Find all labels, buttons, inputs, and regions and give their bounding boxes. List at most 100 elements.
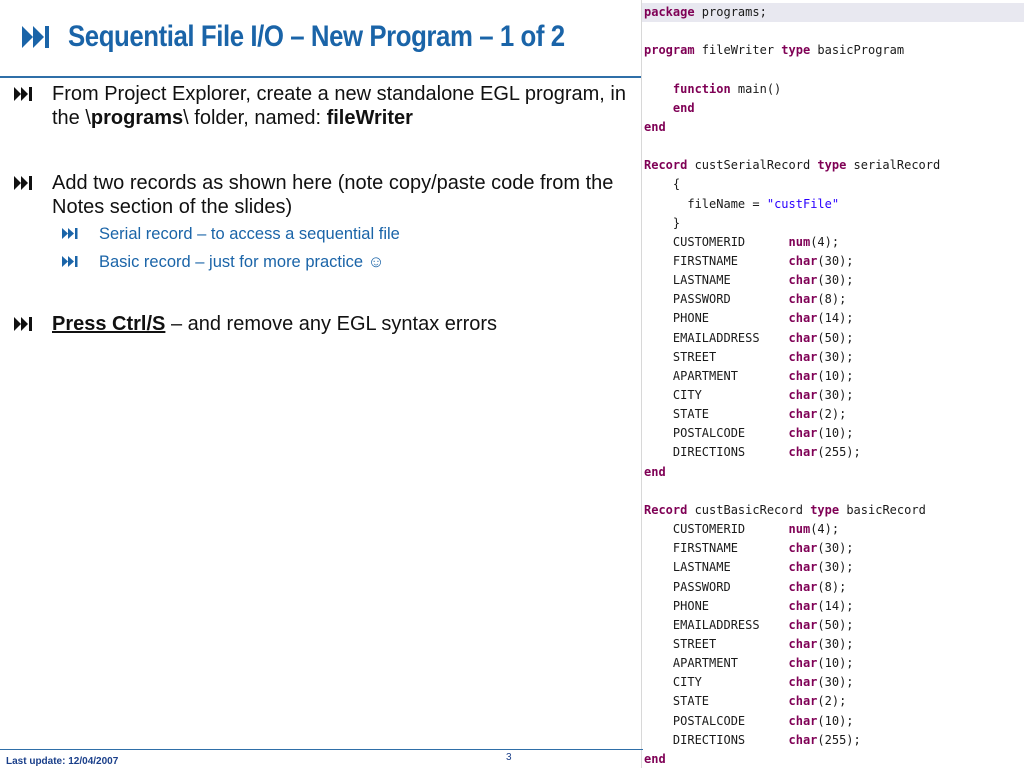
- code-keyword: char: [788, 579, 818, 594]
- code-line: CITY char(30);: [642, 673, 1024, 692]
- footer-last-update: Last update: 12/04/2007: [6, 756, 119, 767]
- code-line: Record custBasicRecord type basicRecord: [642, 501, 1024, 520]
- bullet-text-mid: \ folder, named:: [183, 107, 327, 129]
- code-text: programs;: [694, 5, 767, 19]
- code-text: basicProgram: [810, 43, 905, 58]
- bullet-press-ctrl-s: Press Ctrl/S – and remove any EGL syntax…: [14, 312, 634, 336]
- code-line: STREET char(30);: [642, 348, 1024, 367]
- code-line: }: [642, 214, 1024, 233]
- code-text: (30);: [817, 273, 854, 288]
- code-line: program fileWriter type basicProgram: [642, 41, 1024, 60]
- code-keyword: Record: [644, 502, 688, 517]
- code-text: (30);: [817, 253, 854, 268]
- code-text: LASTNAME: [672, 273, 789, 288]
- code-text: DIRECTIONS: [672, 732, 789, 747]
- code-text: (4);: [810, 234, 840, 249]
- code-line: end: [642, 99, 1024, 118]
- slide-title: Sequential File I/O – New Program – 1 of…: [68, 20, 565, 53]
- code-line: FIRSTNAME char(30);: [642, 252, 1024, 271]
- code-keyword: program: [644, 43, 695, 58]
- code-keyword: char: [788, 426, 818, 441]
- code-text: (255);: [817, 732, 861, 747]
- fast-forward-icon: [22, 26, 49, 48]
- code-keyword: char: [788, 560, 818, 575]
- code-keyword: num: [788, 522, 811, 537]
- code-text: APARTMENT: [672, 656, 789, 671]
- code-text: PHONE: [672, 311, 789, 326]
- code-line: EMAILADDRESS char(50);: [642, 329, 1024, 348]
- code-keyword: char: [788, 694, 818, 709]
- code-text: POSTALCODE: [672, 713, 789, 728]
- code-text: (50);: [817, 330, 854, 345]
- fast-forward-icon: [62, 228, 78, 239]
- code-line: CITY char(30);: [642, 386, 1024, 405]
- code-text: STREET: [672, 636, 789, 651]
- code-keyword: package: [644, 5, 695, 19]
- code-text: (10);: [817, 426, 854, 441]
- code-text: PHONE: [672, 598, 789, 613]
- code-text: (14);: [817, 311, 854, 326]
- code-line: DIRECTIONS char(255);: [642, 731, 1024, 750]
- code-text: STATE: [672, 407, 789, 422]
- code-screenshot: package programs; program fileWriter type…: [641, 0, 1024, 768]
- code-line: {: [642, 175, 1024, 194]
- code-keyword: char: [788, 273, 818, 288]
- code-keyword: Record: [644, 158, 688, 173]
- code-text: fileWriter: [694, 43, 782, 58]
- code-keyword: char: [788, 656, 818, 671]
- code-line: PASSWORD char(8);: [642, 290, 1024, 309]
- code-keyword: char: [788, 292, 818, 307]
- code-line: POSTALCODE char(10);: [642, 712, 1024, 731]
- code-line: package programs;: [642, 3, 1024, 22]
- code-line: PHONE char(14);: [642, 597, 1024, 616]
- code-keyword: char: [788, 253, 818, 268]
- subbullet-basic-record: Basic record – just for more practice ☺: [62, 252, 622, 272]
- code-line: STATE char(2);: [642, 692, 1024, 711]
- code-keyword: char: [788, 330, 818, 345]
- code-text: (30);: [817, 636, 854, 651]
- code-text: (30);: [817, 349, 854, 364]
- code-line: FIRSTNAME char(30);: [642, 539, 1024, 558]
- code-string: "custFile": [766, 196, 840, 211]
- code-keyword: char: [788, 617, 818, 632]
- code-text: APARTMENT: [672, 368, 789, 383]
- code-text: FIRSTNAME: [672, 541, 789, 556]
- fast-forward-icon: [14, 176, 32, 190]
- code-line: LASTNAME char(30);: [642, 558, 1024, 577]
- code-line: Record custSerialRecord type serialRecor…: [642, 156, 1024, 175]
- code-line: CUSTOMERID num(4);: [642, 520, 1024, 539]
- bold-programs: programs: [90, 107, 184, 129]
- subbullet-serial-record: Serial record – to access a sequential f…: [62, 224, 622, 244]
- code-text: (10);: [817, 713, 854, 728]
- code-text: (30);: [817, 388, 854, 402]
- code-text: CITY: [672, 388, 789, 402]
- code-keyword: char: [788, 388, 818, 402]
- code-text: (14);: [817, 598, 854, 613]
- bullet-add-records: Add two records as shown here (note copy…: [14, 171, 634, 219]
- press-ctrl-s-link[interactable]: Press Ctrl/S: [52, 313, 165, 335]
- code-text: DIRECTIONS: [672, 445, 789, 460]
- code-keyword: char: [788, 636, 818, 651]
- code-text: basicRecord: [839, 502, 926, 517]
- code-keyword: num: [788, 234, 811, 249]
- code-keyword: char: [788, 407, 818, 422]
- code-text: PASSWORD: [672, 292, 789, 307]
- title-divider: [0, 76, 643, 78]
- code-text: EMAILADDRESS: [672, 330, 789, 345]
- code-keyword: type: [810, 502, 840, 517]
